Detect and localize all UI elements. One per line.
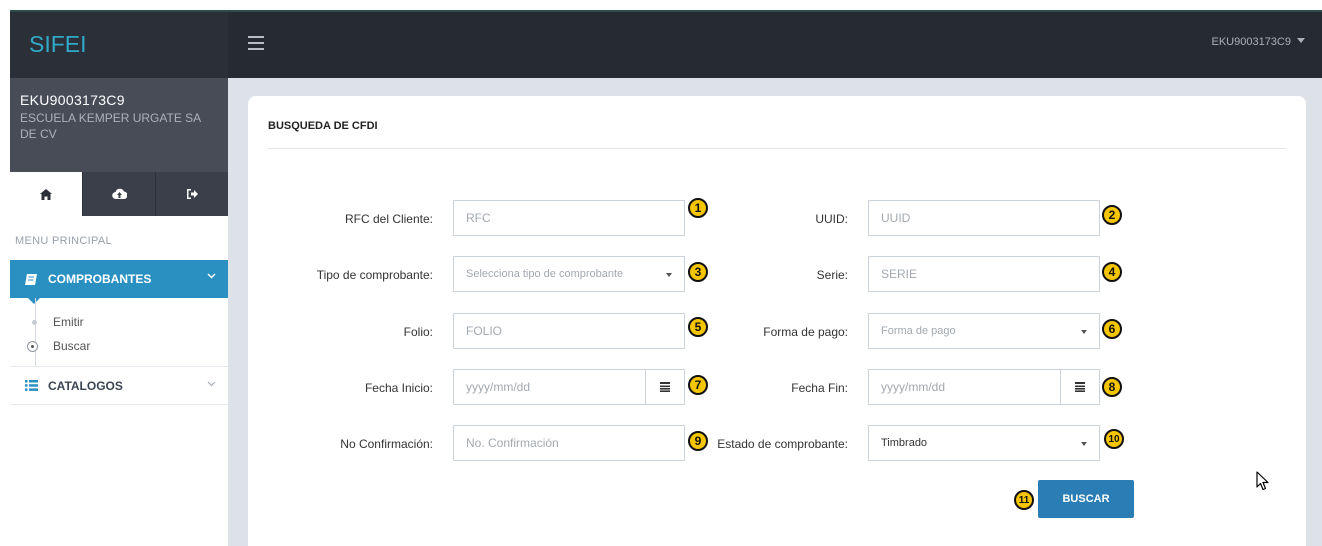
menu-title: MENU PRINCIPAL (15, 235, 112, 247)
step-badge: 2 (1102, 205, 1122, 225)
dropdown-caret-icon (1081, 442, 1087, 446)
divider (268, 148, 1286, 149)
sidebar-item-catalogos[interactable]: CATALOGOS (10, 367, 228, 405)
estado-select-value: Timbrado (881, 437, 928, 449)
sidebar-tabs (10, 172, 228, 216)
page-title: BUSQUEDA DE CFDI (268, 120, 378, 132)
estado-select[interactable]: Timbrado (868, 425, 1100, 461)
calendar-icon (1075, 382, 1085, 392)
mouse-cursor-icon (1256, 471, 1269, 491)
tab-home[interactable] (10, 172, 83, 216)
tab-upload[interactable] (83, 172, 156, 216)
chevron-down-icon (207, 273, 216, 279)
forma-select[interactable]: Forma de pago (868, 313, 1100, 349)
step-badge: 6 (1102, 319, 1122, 339)
rfc-label: RFC del Cliente: (344, 212, 433, 226)
fecha-fin-label: Fecha Fin: (791, 381, 848, 395)
submenu-comprobantes: Emitir Buscar (10, 298, 228, 367)
list-icon (25, 380, 38, 391)
serie-label: Serie: (816, 268, 848, 282)
uuid-input[interactable]: UUID (868, 200, 1100, 236)
sidebar-item-comprobantes[interactable]: COMPROBANTES (10, 260, 228, 304)
app-window: SIFEI EKU9003173C9 EKU9003173C9 ESCUELA … (10, 10, 1322, 546)
brand-logo[interactable]: SIFEI (10, 12, 228, 78)
sidebar-item-emitir[interactable]: Emitir (10, 310, 228, 334)
no-confirmacion-label: No Confirmación: (340, 437, 433, 451)
tipo-select-value: Selecciona tipo de comprobante (466, 268, 624, 280)
user-menu-label: EKU9003173C9 (1211, 36, 1291, 48)
sidebar-item-label: CATALOGOS (48, 378, 123, 393)
logout-icon (186, 189, 198, 199)
fecha-inicio-placeholder: yyyy/mm/dd (466, 380, 531, 394)
sidebar-item-label: Emitir (53, 315, 84, 329)
profile-company-name: ESCUELA KEMPER URGATE SA DE CV (20, 111, 201, 141)
forma-label: Forma de pago: (763, 325, 848, 339)
tab-logout[interactable] (156, 172, 228, 216)
user-menu[interactable]: EKU9003173C9 (1211, 36, 1305, 48)
profile-rfc: EKU9003173C9 (20, 92, 125, 108)
home-icon (40, 188, 52, 200)
profile-card: EKU9003173C9 ESCUELA KEMPER URGATE SA DE… (10, 78, 228, 172)
sidebar-item-buscar[interactable]: Buscar (10, 334, 228, 358)
tipo-label: Tipo de comprobante: (316, 268, 433, 282)
estado-label: Estado de comprobante: (717, 437, 848, 451)
search-panel: BUSQUEDA DE CFDI RFC del Cliente: RFC 1 … (248, 96, 1306, 546)
forma-select-value: Forma de pago (881, 325, 956, 337)
book-icon (25, 273, 37, 285)
fecha-inicio-label: Fecha Inicio: (364, 381, 433, 395)
step-badge: 4 (1102, 262, 1122, 282)
step-badge: 10 (1104, 429, 1124, 449)
sidebar-item-label: Buscar (53, 339, 91, 353)
sidebar-item-label: COMPROBANTES (48, 272, 152, 286)
sidebar: EKU9003173C9 ESCUELA KEMPER URGATE SA DE… (10, 78, 228, 546)
active-bullet-icon (27, 340, 38, 352)
fecha-fin-input[interactable]: yyyy/mm/dd (868, 369, 1100, 405)
caret-down-icon (1297, 38, 1305, 43)
calendar-button[interactable] (1060, 370, 1099, 404)
bullet-icon (32, 319, 37, 325)
chevron-down-icon (207, 381, 216, 387)
serie-input[interactable]: SERIE (868, 256, 1100, 292)
top-bar: SIFEI EKU9003173C9 (10, 12, 1322, 78)
step-badge: 11 (1014, 490, 1034, 510)
folio-label: Folio: (403, 325, 433, 339)
dropdown-caret-icon (1081, 330, 1087, 334)
cloud-upload-icon (111, 188, 127, 200)
fecha-fin-placeholder: yyyy/mm/dd (881, 380, 946, 394)
buscar-button[interactable]: BUSCAR (1038, 480, 1134, 518)
uuid-label: UUID: (815, 212, 848, 226)
hamburger-menu-icon[interactable] (248, 36, 264, 50)
step-badge: 8 (1102, 377, 1122, 397)
